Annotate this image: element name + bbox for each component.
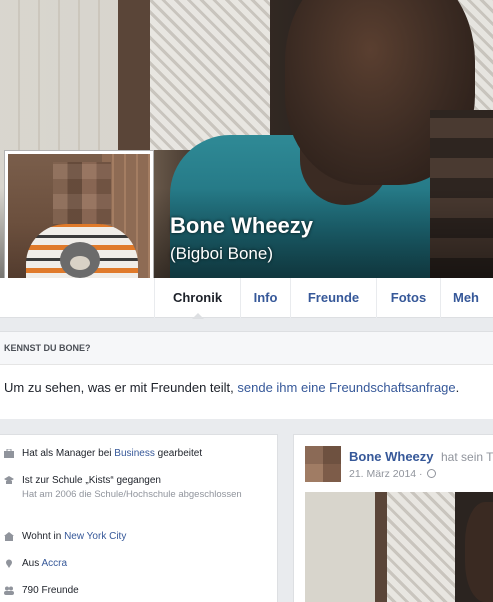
friends-icon (4, 586, 14, 595)
profile-alternate-name: (Bigboi Bone) (170, 244, 274, 263)
intro-friends-text[interactable]: 790 Freunde (22, 585, 79, 596)
graduation-cap-icon (4, 476, 14, 485)
intro-work-text: Hat als Manager bei Business gearbeitet (22, 448, 202, 459)
post-author[interactable]: Bone Wheezy (349, 449, 434, 464)
globe-icon (427, 469, 436, 478)
location-pin-icon (4, 559, 14, 568)
work-link[interactable]: Business (114, 448, 155, 459)
cover-curtain (150, 0, 270, 150)
from-link[interactable]: Accra (41, 558, 67, 569)
know-suffix: . (455, 380, 460, 395)
timeline-post: Bone Wheezy hat sein T 21. März 2014 · (293, 434, 493, 602)
tabs-left-strip (0, 278, 154, 318)
tab-more[interactable]: Meh (440, 278, 493, 318)
briefcase-icon (4, 448, 14, 458)
post-action: hat sein T (441, 450, 493, 464)
post-photo[interactable] (305, 492, 493, 602)
profile-picture-shirt-print (60, 242, 100, 278)
intro-lives-text: Wohnt in New York City (22, 531, 126, 542)
intro-card: Hat als Manager bei Business gearbeitet … (0, 434, 278, 602)
house-icon (4, 532, 14, 541)
lives-link[interactable]: New York City (64, 531, 126, 542)
profile-tabs: Chronik Info Freunde Fotos Meh (154, 278, 493, 319)
friend-request-link[interactable]: sende ihm eine Freundschaftsanfrage (237, 380, 455, 395)
tab-freunde[interactable]: Freunde (290, 278, 376, 318)
know-body: Um zu sehen, was er mit Freunden teilt, … (0, 365, 493, 419)
intro-from-text: Aus Accra (22, 558, 67, 569)
know-card: KENNST DU BONE? Um zu sehen, was er mit … (0, 331, 493, 419)
intro-school-sub: Hat am 2006 die Schule/Hochschule abgesc… (22, 489, 242, 500)
post-photo-curtain (387, 492, 455, 602)
intro-lives-prefix: Wohnt in (22, 531, 62, 542)
tab-fotos[interactable]: Fotos (376, 278, 440, 318)
profile-picture-image (8, 154, 150, 296)
intro-school-text: Ist zur Schule „Kists“ gegangen (22, 475, 161, 486)
post-photo-person (465, 502, 493, 602)
intro-from-prefix: Aus (22, 558, 40, 569)
profile-name[interactable]: Bone Wheezy (170, 213, 313, 239)
post-date[interactable]: 21. März 2014 · (349, 468, 423, 480)
intro-work-suffix: gearbeitet (157, 448, 203, 459)
intro-work-prefix: Hat als Manager bei (22, 448, 112, 459)
tab-chronik[interactable]: Chronik (154, 278, 240, 319)
tab-info[interactable]: Info (240, 278, 290, 318)
know-heading: KENNST DU BONE? (0, 332, 493, 365)
profile-picture-pixelated-face (53, 162, 111, 224)
know-text: Um zu sehen, was er mit Freunden teilt, (4, 380, 234, 395)
post-avatar[interactable] (305, 446, 341, 482)
